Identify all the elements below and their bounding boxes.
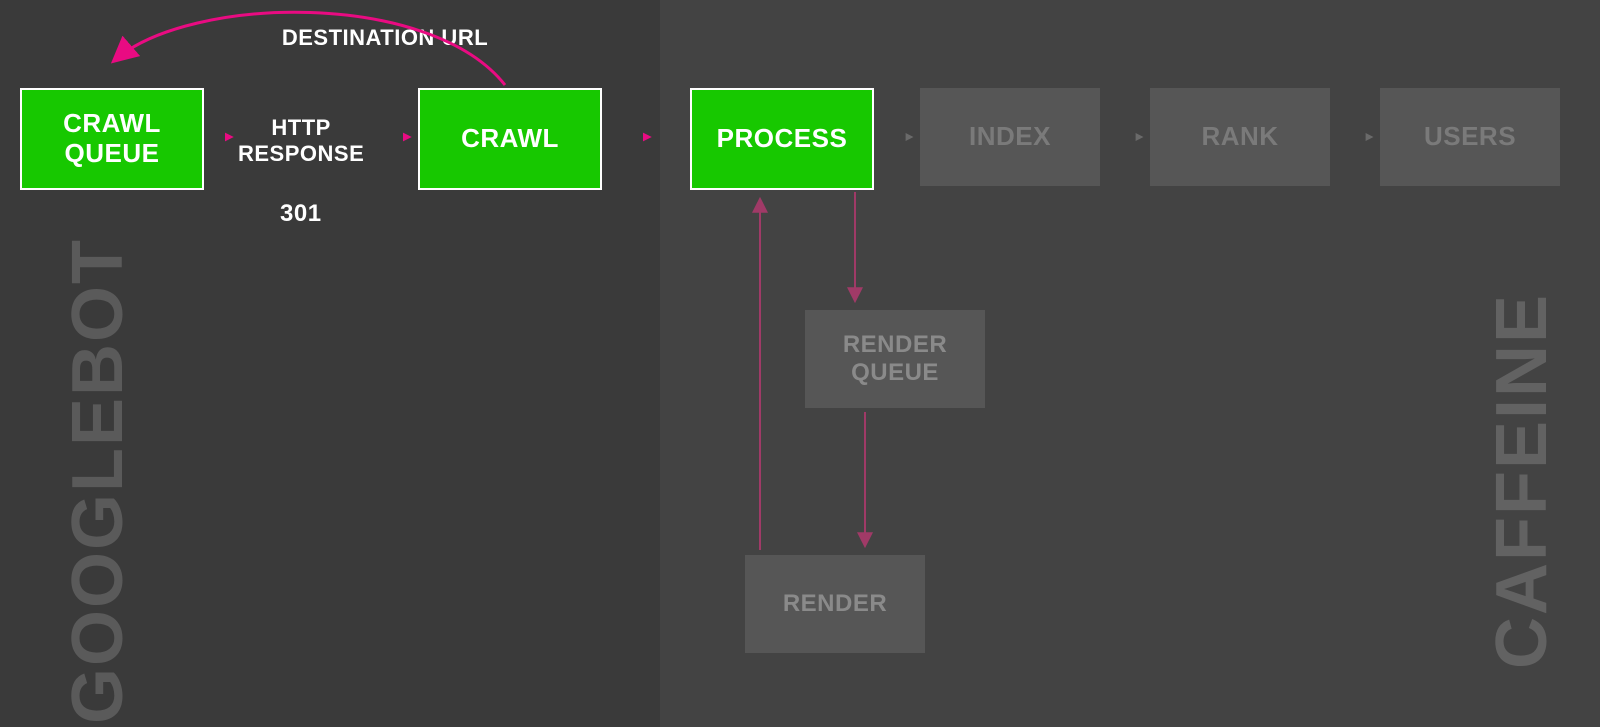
- node-rank: RANK: [1150, 88, 1330, 186]
- section-label-googlebot: GOOGLEBOT: [57, 238, 139, 724]
- node-label: CRAWL: [461, 124, 559, 154]
- node-render-queue: RENDER QUEUE: [805, 310, 985, 408]
- node-label: RENDER QUEUE: [805, 331, 985, 386]
- node-users: USERS: [1380, 88, 1560, 186]
- node-crawl: CRAWL: [418, 88, 602, 190]
- node-render: RENDER: [745, 555, 925, 653]
- section-label-caffeine: CAFFEINE: [1481, 293, 1563, 669]
- node-index: INDEX: [920, 88, 1100, 186]
- node-process: PROCESS: [690, 88, 874, 190]
- diagram-stage: GOOGLEBOT CAFFEINE CRAWL QUEUE CRAWL PRO…: [0, 0, 1600, 727]
- label-destination-url: DESTINATION URL: [250, 25, 520, 51]
- node-crawl-queue: CRAWL QUEUE: [20, 88, 204, 190]
- node-label: CRAWL QUEUE: [22, 109, 202, 169]
- label-http-code: 301: [280, 200, 322, 228]
- node-label: RENDER: [783, 590, 887, 618]
- node-label: PROCESS: [717, 124, 848, 154]
- node-label: INDEX: [969, 122, 1051, 152]
- node-label: RANK: [1201, 122, 1278, 152]
- node-label: USERS: [1424, 122, 1516, 152]
- label-http-response: HTTP RESPONSE: [238, 115, 364, 168]
